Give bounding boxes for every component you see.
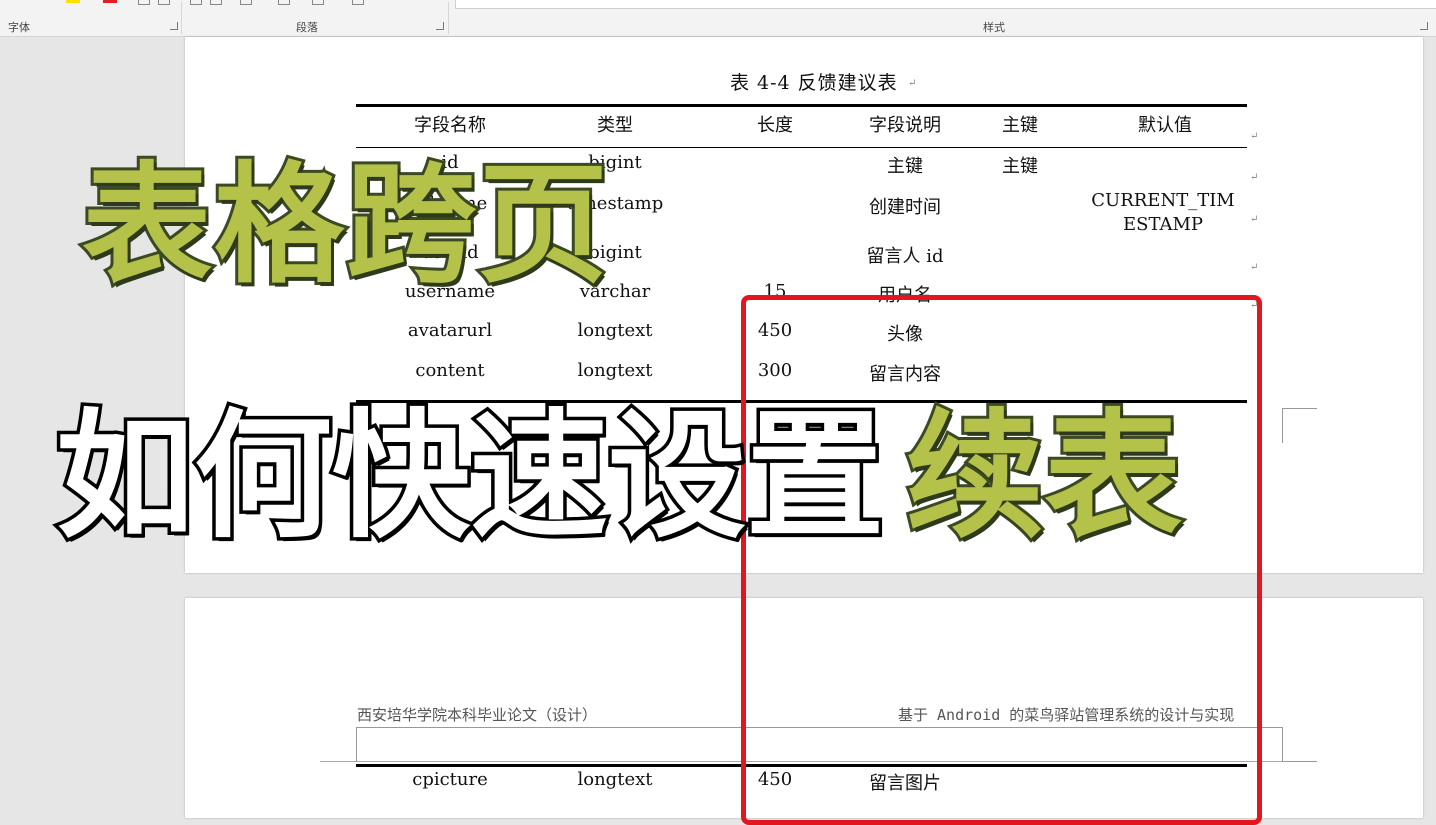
font-color-icon[interactable]: [103, 0, 117, 3]
table-cell-name: content: [415, 360, 485, 381]
end-of-row-mark: ↵: [1250, 172, 1259, 183]
borders-icon[interactable]: [210, 0, 222, 5]
ribbon: 字体 段落 样式: [0, 0, 1436, 37]
table-caption: 表 4-4 反馈建议表: [730, 72, 898, 94]
overlay-title-line1: 表格跨页: [79, 149, 611, 301]
phonetic-guide-icon[interactable]: [158, 0, 170, 5]
crop-mark: [356, 727, 391, 762]
line-spacing-icon[interactable]: [312, 0, 324, 5]
header-primary-key: 主键: [1002, 115, 1038, 136]
end-of-row-mark: ↵: [1250, 262, 1259, 273]
table-header-rule: [356, 147, 1247, 148]
change-case-icon[interactable]: [138, 0, 150, 5]
header-field-name: 字段名称: [414, 115, 486, 136]
page-header-left: 西安培华学院本科毕业论文（设计）: [357, 706, 598, 724]
sort-icon[interactable]: [240, 0, 252, 5]
paragraph-mark: ↵: [908, 78, 917, 89]
ribbon-separator: [181, 2, 182, 34]
header-length: 长度: [757, 115, 793, 136]
header-description: 字段说明: [869, 115, 941, 136]
highlight-box: [741, 295, 1262, 825]
paragraph-dialog-launcher-icon[interactable]: [436, 22, 444, 30]
overlay-title-line2-highlight: 续表: [903, 396, 1185, 557]
font-group-label: 字体: [8, 21, 30, 34]
show-marks-icon[interactable]: [278, 0, 290, 5]
ribbon-separator: [448, 2, 449, 34]
table-cell-type: longtext: [577, 360, 653, 381]
table-cell-description: 创建时间: [869, 197, 941, 218]
table-cell-name: avatarurl: [407, 320, 493, 341]
highlight-color-icon[interactable]: [66, 0, 80, 3]
paragraph-group-label: 段落: [296, 21, 318, 34]
table-cell-type: longtext: [577, 769, 653, 790]
shading-icon[interactable]: [190, 0, 202, 5]
styles-gallery[interactable]: [455, 0, 1436, 9]
styles-group-label: 样式: [983, 21, 1005, 34]
table-cell-default: ESTAMP: [1122, 214, 1204, 235]
table-cell-type: longtext: [577, 320, 653, 341]
table-cell-description: 主键: [887, 156, 923, 177]
overlay-title-line2: 如何快速设置: [52, 396, 887, 557]
header-type: 类型: [597, 115, 633, 136]
end-of-row-mark: ↵: [1250, 214, 1259, 225]
table-top-rule: [356, 104, 1247, 107]
table-cell-default: CURRENT_TIM: [1091, 190, 1235, 211]
crop-mark: [1282, 408, 1317, 443]
crop-mark: [1282, 727, 1317, 762]
font-dialog-launcher-icon[interactable]: [170, 22, 178, 30]
header-default: 默认值: [1138, 115, 1192, 136]
table-cell-description: 留言人 id: [866, 246, 944, 267]
table-cell-name: cpicture: [412, 769, 488, 790]
styles-dialog-launcher-icon[interactable]: [1420, 22, 1428, 30]
end-of-row-mark: ↵: [1250, 131, 1259, 142]
table-cell-primary-key: 主键: [1002, 156, 1038, 177]
paragraph-settings-icon[interactable]: [352, 0, 364, 5]
